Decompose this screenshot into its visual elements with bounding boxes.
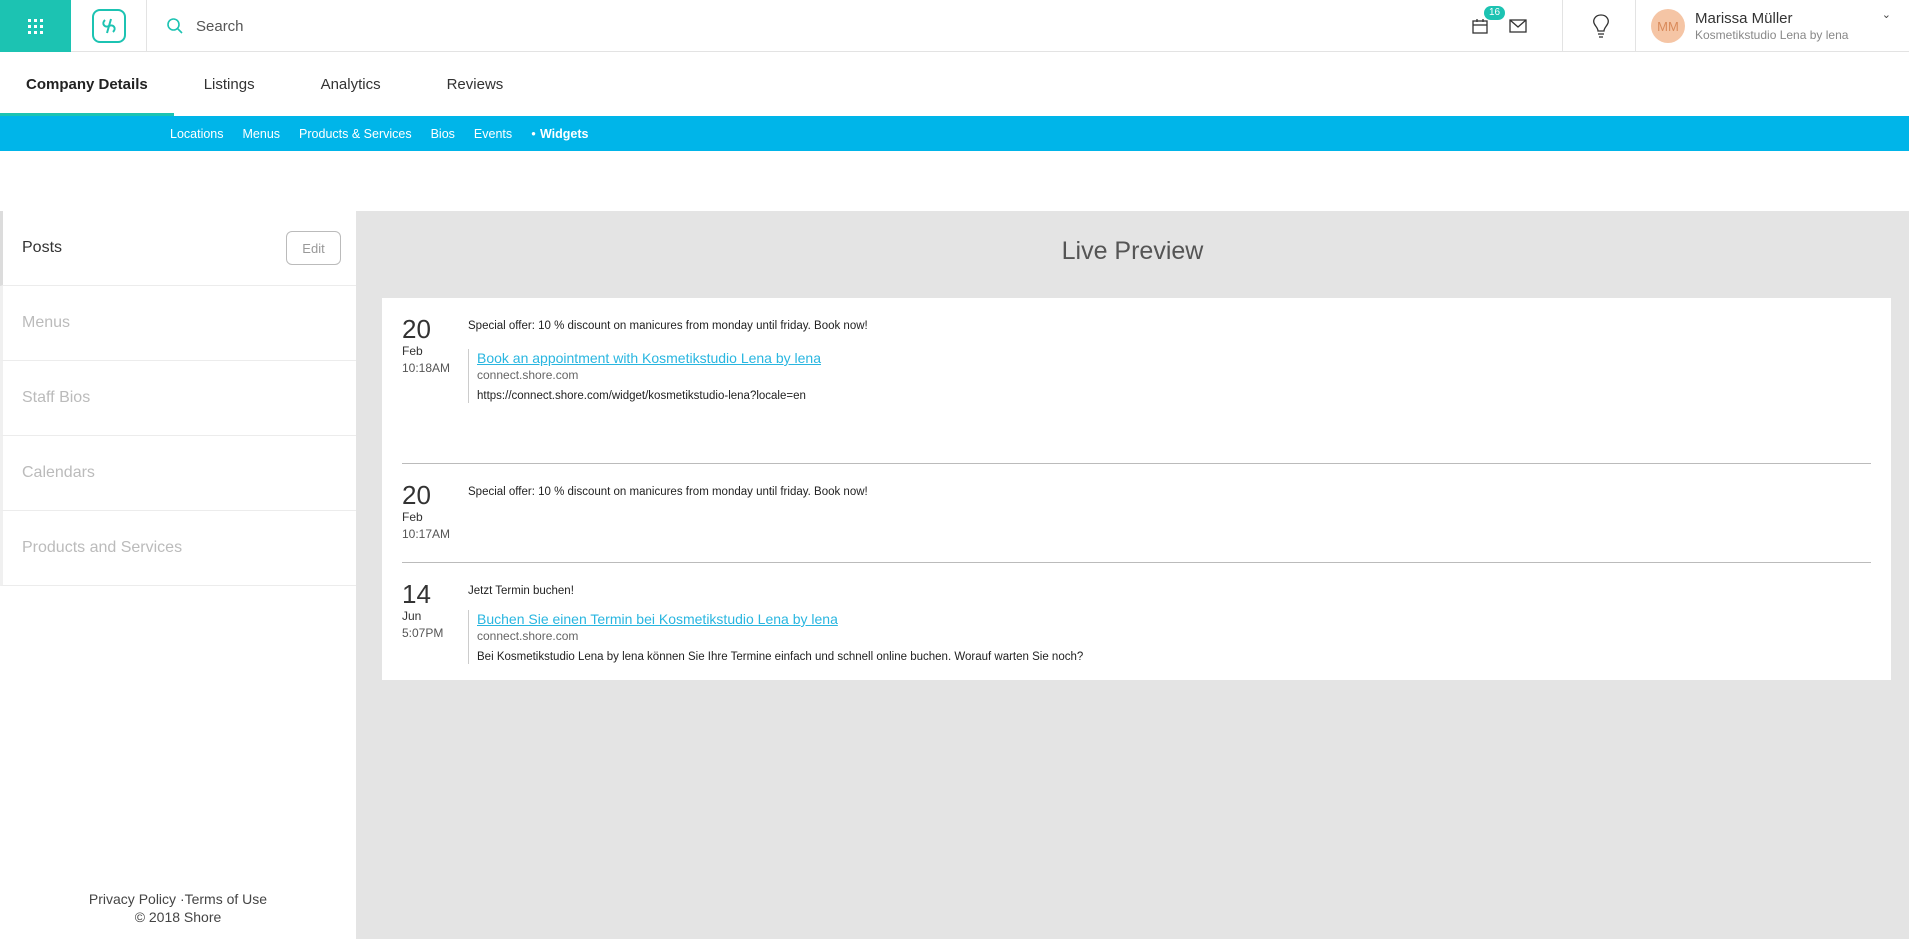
- search-icon: [167, 18, 183, 34]
- sidebar-item-label: Staff Bios: [22, 389, 91, 406]
- notifications-button[interactable]: 16: [1468, 6, 1506, 38]
- footer-links: Privacy Policy ·Terms of Use: [0, 890, 356, 908]
- live-preview-panel: Live Preview 20 Feb 10:18AM Special offe…: [356, 211, 1909, 939]
- grid-icon: [28, 18, 43, 34]
- post-content: Jetzt Termin buchen! Buchen Sie einen Te…: [468, 579, 1871, 664]
- sidebar-item-products-services[interactable]: Products and Services: [0, 511, 356, 586]
- post-month: Jun: [402, 609, 422, 623]
- link-description: Bei Kosmetikstudio Lena by lena können S…: [477, 651, 1084, 663]
- divider: [1635, 0, 1636, 52]
- widget-sidebar: Posts Edit Menus Staff Bios Calendars Pr…: [0, 211, 356, 939]
- user-menu[interactable]: MM Marissa Müller Kosmetikstudio Lena by…: [1651, 0, 1901, 52]
- post-content: Special offer: 10 % discount on manicure…: [468, 314, 1871, 463]
- post-date: 14 Jun 5:07PM: [402, 579, 468, 664]
- subnav-events[interactable]: Events: [474, 127, 512, 141]
- link-domain: connect.shore.com: [477, 629, 579, 643]
- divider: [1562, 0, 1563, 52]
- tab-listings[interactable]: Listings: [174, 53, 281, 116]
- posts-widget: 20 Feb 10:18AM Special offer: 10 % disco…: [382, 298, 1891, 680]
- tab-company-details[interactable]: Company Details: [0, 53, 174, 116]
- sidebar-item-posts[interactable]: Posts Edit: [0, 211, 356, 286]
- post-time: 5:07PM: [402, 626, 444, 640]
- chevron-down-icon: ⌄: [1881, 9, 1891, 21]
- copyright: © 2018 Shore: [134, 909, 222, 925]
- link-preview: Book an appointment with Kosmetikstudio …: [468, 349, 1871, 403]
- link-preview: Buchen Sie einen Termin bei Kosmetikstud…: [468, 610, 1871, 664]
- tips-button[interactable]: [1587, 0, 1615, 52]
- main-tabs: Company Details Listings Analytics Revie…: [0, 53, 1909, 116]
- post-item: 14 Jun 5:07PM Jetzt Termin buchen! Buche…: [402, 563, 1871, 664]
- shore-logo-icon: [91, 9, 126, 43]
- privacy-policy-link[interactable]: Privacy Policy: [89, 891, 176, 907]
- post-message: Special offer: 10 % discount on manicure…: [468, 320, 868, 332]
- search-bar: [166, 0, 1066, 52]
- post-date: 20 Feb 10:17AM: [402, 480, 468, 562]
- apps-menu-button[interactable]: [0, 0, 71, 52]
- link-description: https://connect.shore.com/widget/kosmeti…: [477, 390, 806, 402]
- tab-reviews[interactable]: Reviews: [407, 53, 530, 116]
- post-date: 20 Feb 10:18AM: [402, 314, 468, 463]
- subnav-menus[interactable]: Menus: [243, 127, 281, 141]
- post-content: Special offer: 10 % discount on manicure…: [468, 480, 1871, 562]
- sidebar-item-staff-bios[interactable]: Staff Bios: [0, 361, 356, 436]
- logo-container[interactable]: [71, 0, 147, 52]
- subnav-products-services[interactable]: Products & Services: [299, 127, 412, 141]
- post-message: Jetzt Termin buchen!: [468, 585, 574, 597]
- link-domain: connect.shore.com: [477, 368, 579, 382]
- sidebar-item-label: Products and Services: [22, 539, 183, 556]
- edit-button[interactable]: Edit: [286, 231, 341, 265]
- mail-icon: [1509, 19, 1527, 33]
- lightbulb-icon: [1593, 14, 1609, 38]
- post-link[interactable]: Book an appointment with Kosmetikstudio …: [477, 349, 1871, 367]
- messages-button[interactable]: [1506, 14, 1530, 38]
- sidebar-item-label: Menus: [22, 314, 71, 331]
- post-time: 10:17AM: [402, 527, 451, 541]
- footer: Privacy Policy ·Terms of Use © 2018 Shor…: [0, 890, 356, 926]
- top-icons: 16: [1468, 0, 1544, 52]
- terms-of-use-link[interactable]: Terms of Use: [185, 891, 267, 907]
- post-item: 20 Feb 10:17AM Special offer: 10 % disco…: [402, 464, 1871, 563]
- sub-navigation: Locations Menus Products & Services Bios…: [0, 116, 1909, 151]
- post-month: Feb: [402, 344, 423, 358]
- user-name: Marissa Müller: [1695, 9, 1793, 27]
- user-company: Kosmetikstudio Lena by lena: [1695, 27, 1849, 42]
- top-bar: 16 MM Marissa Müller Kosmetikstudio Lena…: [0, 0, 1909, 52]
- preview-title: Live Preview: [1061, 237, 1204, 265]
- post-day: 14: [402, 579, 431, 609]
- subnav-bios[interactable]: Bios: [431, 127, 455, 141]
- post-time: 10:18AM: [402, 361, 451, 375]
- sidebar-item-menus[interactable]: Menus: [0, 286, 356, 361]
- sidebar-item-calendars[interactable]: Calendars: [0, 436, 356, 511]
- calendar-icon: [1472, 19, 1488, 34]
- sidebar-item-label: Posts: [22, 239, 63, 256]
- post-day: 20: [402, 314, 431, 344]
- sidebar-item-label: Calendars: [22, 464, 95, 481]
- subnav-widgets[interactable]: Widgets: [531, 127, 589, 141]
- avatar: MM: [1651, 9, 1685, 43]
- post-day: 20: [402, 480, 431, 510]
- post-link[interactable]: Buchen Sie einen Termin bei Kosmetikstud…: [477, 610, 1871, 628]
- search-input[interactable]: [196, 17, 796, 35]
- post-message: Special offer: 10 % discount on manicure…: [468, 486, 868, 498]
- notification-badge: 16: [1484, 6, 1506, 20]
- user-info: Marissa Müller Kosmetikstudio Lena by le…: [1695, 10, 1848, 43]
- tab-analytics[interactable]: Analytics: [281, 53, 407, 116]
- subnav-locations[interactable]: Locations: [170, 127, 224, 141]
- post-item: 20 Feb 10:18AM Special offer: 10 % disco…: [402, 314, 1871, 464]
- post-month: Feb: [402, 510, 423, 524]
